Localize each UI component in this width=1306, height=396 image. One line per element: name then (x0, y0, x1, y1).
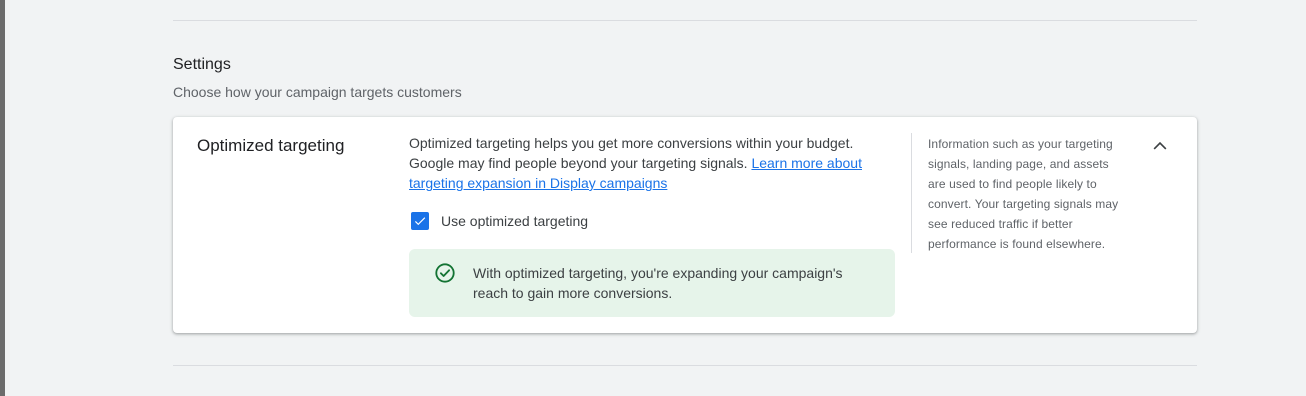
check-circle-icon (435, 263, 455, 283)
vertical-divider (911, 133, 912, 253)
card-description: Optimized targeting helps you get more c… (409, 133, 889, 193)
section-subtitle: Choose how your campaign targets custome… (173, 84, 462, 100)
window-left-edge (0, 0, 5, 396)
optimized-targeting-card: Optimized targeting Optimized targeting … (173, 117, 1197, 333)
section-divider-bottom (173, 365, 1197, 366)
checkmark-icon (414, 217, 426, 226)
optimized-targeting-checkbox-row[interactable]: Use optimized targeting (411, 211, 588, 231)
section-divider-top (173, 20, 1197, 21)
chevron-up-icon (1153, 141, 1167, 150)
notice-text: With optimized targeting, you're expandi… (473, 265, 843, 301)
collapse-button[interactable] (1148, 134, 1172, 158)
info-text: Information such as your targeting signa… (928, 137, 1119, 251)
section-title: Settings (173, 56, 231, 73)
card-title: Optimized targeting (197, 136, 345, 155)
optimized-targeting-checkbox[interactable] (411, 212, 429, 230)
success-notice: With optimized targeting, you're expandi… (409, 249, 895, 317)
checkbox-label[interactable]: Use optimized targeting (441, 213, 588, 229)
